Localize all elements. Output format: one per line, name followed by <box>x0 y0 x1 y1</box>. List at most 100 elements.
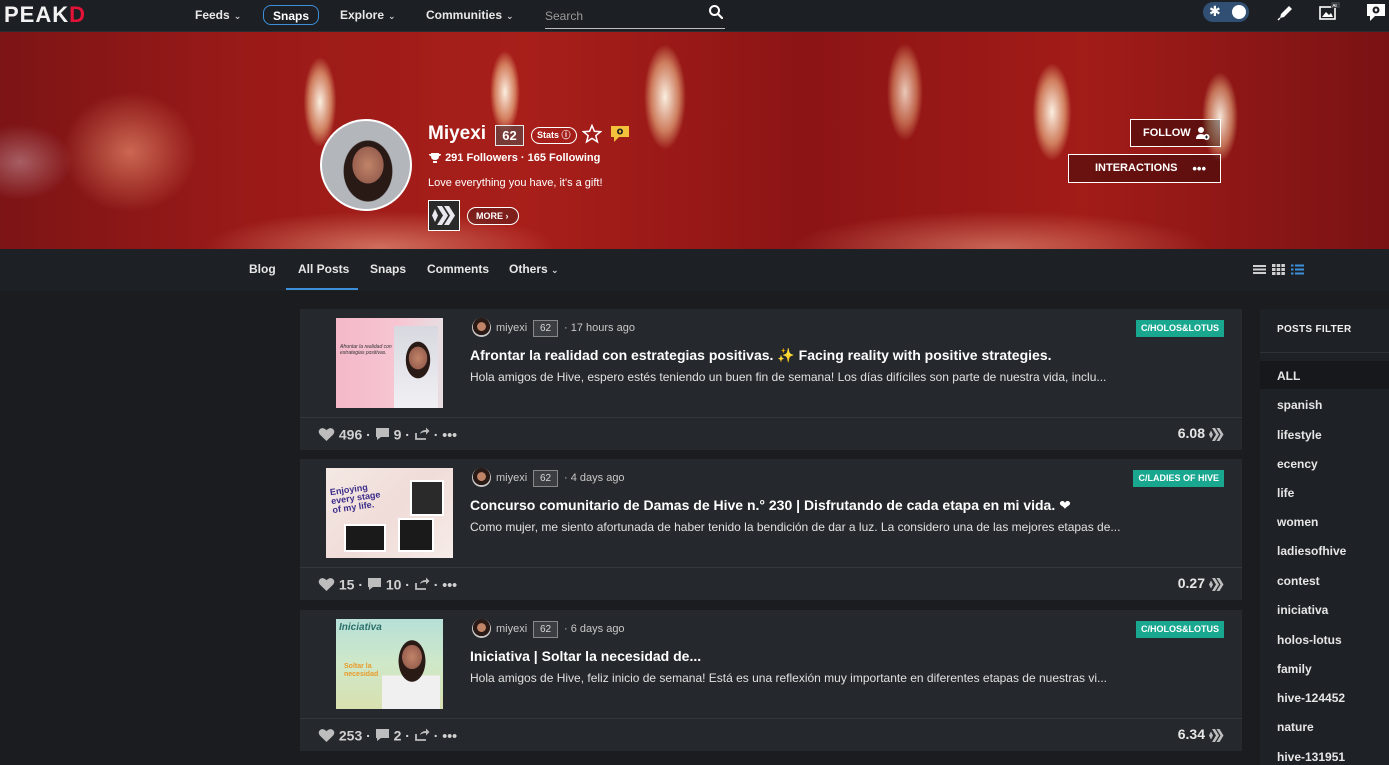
theme-toggle[interactable]: ✱ <box>1203 2 1249 22</box>
post-excerpt[interactable]: Como mujer, me siento afortunada de habe… <box>470 520 1120 534</box>
reblog-icon[interactable] <box>414 728 430 742</box>
hive-chat-icon[interactable] <box>609 123 631 145</box>
nav-communities[interactable]: Communities ⌄ <box>426 5 514 25</box>
author-avatar[interactable] <box>472 619 491 638</box>
post-payout[interactable]: 6.08 <box>1178 423 1224 443</box>
filter-item-ladiesofhive[interactable]: ladiesofhive <box>1277 544 1346 558</box>
post-title[interactable]: Afrontar la realidad con estrategias pos… <box>470 347 1052 364</box>
more-dots-icon[interactable]: ••• <box>442 727 457 743</box>
post-divider <box>300 718 1242 719</box>
filter-item-contest[interactable]: contest <box>1277 574 1320 588</box>
nav-explore[interactable]: Explore ⌄ <box>340 5 396 25</box>
post-time[interactable]: · 4 days ago <box>564 472 625 484</box>
post-thumbnail[interactable]: Enjoying every stage of my life. <box>326 468 453 558</box>
tab-all-posts[interactable]: All Posts <box>298 262 349 276</box>
filter-item-spanish[interactable]: spanish <box>1277 398 1322 412</box>
search-input[interactable]: Search <box>545 3 725 29</box>
filter-item-life[interactable]: life <box>1277 486 1294 500</box>
author-avatar[interactable] <box>472 468 491 487</box>
heart-icon[interactable] <box>318 728 335 743</box>
filter-item-all[interactable]: ALL <box>1277 369 1300 383</box>
author-reputation: 62 <box>533 470 558 487</box>
followers-count[interactable]: 291 Followers <box>445 152 518 164</box>
post-excerpt[interactable]: Hola amigos de Hive, espero estés tenien… <box>470 370 1106 384</box>
profile-avatar[interactable] <box>320 119 412 211</box>
following-count[interactable]: 165 Following <box>528 152 601 164</box>
tab-snaps[interactable]: Snaps <box>370 262 406 276</box>
post-thumbnail[interactable]: Iniciativa Soltar la necesidad <box>336 619 443 709</box>
author-avatar[interactable] <box>472 318 491 337</box>
pencil-icon[interactable] <box>1276 2 1296 22</box>
list-view-icon[interactable] <box>1253 263 1266 276</box>
more-button[interactable]: MORE › <box>467 207 519 225</box>
follow-button[interactable]: FOLLOW <box>1130 119 1221 147</box>
more-dots-icon[interactable]: ••• <box>442 576 457 592</box>
filter-item-hive-124452[interactable]: hive-124452 <box>1277 691 1345 705</box>
star-icon[interactable] <box>582 124 602 144</box>
post-payout[interactable]: 0.27 <box>1178 573 1224 593</box>
post-card[interactable]: Iniciativa Soltar la necesidad miyexi 62… <box>300 610 1242 751</box>
reblog-icon[interactable] <box>414 577 430 591</box>
post-time[interactable]: · 6 days ago <box>564 623 625 635</box>
post-author[interactable]: miyexi <box>496 623 527 635</box>
compact-list-icon[interactable] <box>1291 263 1304 276</box>
chevron-down-icon: ⌄ <box>551 265 559 275</box>
tab-comments[interactable]: Comments <box>427 262 489 276</box>
posts-filter-title: POSTS FILTER <box>1277 324 1352 335</box>
grid-view-icon[interactable] <box>1272 263 1285 276</box>
vote-count[interactable]: 253 <box>339 727 362 743</box>
tab-blog[interactable]: Blog <box>249 262 276 276</box>
post-author[interactable]: miyexi <box>496 472 527 484</box>
author-reputation: 62 <box>533 320 558 337</box>
svg-text:AI: AI <box>1332 3 1337 8</box>
comment-count[interactable]: 9 <box>394 426 402 442</box>
filter-item-iniciativa[interactable]: iniciativa <box>1277 603 1328 617</box>
comment-icon[interactable] <box>375 728 390 742</box>
more-dots-icon[interactable]: ••• <box>442 426 457 442</box>
vote-count[interactable]: 496 <box>339 426 362 442</box>
nav-feeds[interactable]: Feeds ⌄ <box>195 5 241 25</box>
post-payout[interactable]: 6.34 <box>1178 724 1224 744</box>
community-badge[interactable]: C/HOLOS&LOTUS <box>1136 621 1224 638</box>
filter-item-nature[interactable]: nature <box>1277 720 1314 734</box>
peakd-logo[interactable]: PEAKD <box>4 2 86 28</box>
interactions-button[interactable]: INTERACTIONS ••• <box>1068 154 1221 183</box>
comment-count[interactable]: 2 <box>394 727 402 743</box>
post-time[interactable]: · 17 hours ago <box>564 322 635 334</box>
chat-bubble-icon[interactable] <box>1364 1 1388 25</box>
filter-item-ecency[interactable]: ecency <box>1277 457 1318 471</box>
heart-icon[interactable] <box>318 427 335 442</box>
post-excerpt[interactable]: Hola amigos de Hive, feliz inicio de sem… <box>470 671 1107 685</box>
separator-dot: · <box>405 576 410 593</box>
stats-button[interactable]: Stats ⓘ <box>531 127 577 144</box>
post-actions: 15 · 10 · · ••• <box>318 573 457 593</box>
nav-snaps[interactable]: Snaps <box>263 5 320 25</box>
search-icon[interactable] <box>707 3 725 21</box>
post-thumbnail[interactable]: Afrontar la realidad con estrategias pos… <box>336 318 443 408</box>
filter-item-women[interactable]: women <box>1277 515 1318 529</box>
comment-icon[interactable] <box>375 427 390 441</box>
filter-item-lifestyle[interactable]: lifestyle <box>1277 428 1322 442</box>
filter-item-hive-131951[interactable]: hive-131951 <box>1277 750 1345 764</box>
heart-icon[interactable] <box>318 577 335 592</box>
comment-icon[interactable] <box>367 577 382 591</box>
ai-image-icon[interactable]: AI <box>1318 2 1340 22</box>
post-title[interactable]: Iniciativa | Soltar la necesidad de... <box>470 648 701 664</box>
nav-snaps-label: Snaps <box>273 9 310 23</box>
posts-filter-panel: POSTS FILTER ALL spanish lifestyle ecenc… <box>1260 309 1389 765</box>
post-card[interactable]: Enjoying every stage of my life. miyexi … <box>300 459 1242 600</box>
filter-item-family[interactable]: family <box>1277 662 1312 676</box>
follow-counts[interactable]: 291 Followers · 165 Following <box>428 152 600 164</box>
vote-count[interactable]: 15 <box>339 576 355 592</box>
tab-others[interactable]: Others ⌄ <box>509 262 559 276</box>
post-title[interactable]: Concurso comunitario de Damas de Hive n.… <box>470 497 1071 514</box>
filter-item-holos-lotus[interactable]: holos-lotus <box>1277 633 1342 647</box>
community-badge[interactable]: C/HOLOS&LOTUS <box>1136 320 1224 337</box>
community-badge[interactable]: C/LADIES OF HIVE <box>1133 470 1224 487</box>
hive-wallet-icon[interactable] <box>428 200 460 231</box>
post-card[interactable]: Afrontar la realidad con estrategias pos… <box>300 309 1242 450</box>
reblog-icon[interactable] <box>414 427 430 441</box>
thumbnail-photo <box>410 480 444 516</box>
post-author[interactable]: miyexi <box>496 322 527 334</box>
comment-count[interactable]: 10 <box>386 576 402 592</box>
